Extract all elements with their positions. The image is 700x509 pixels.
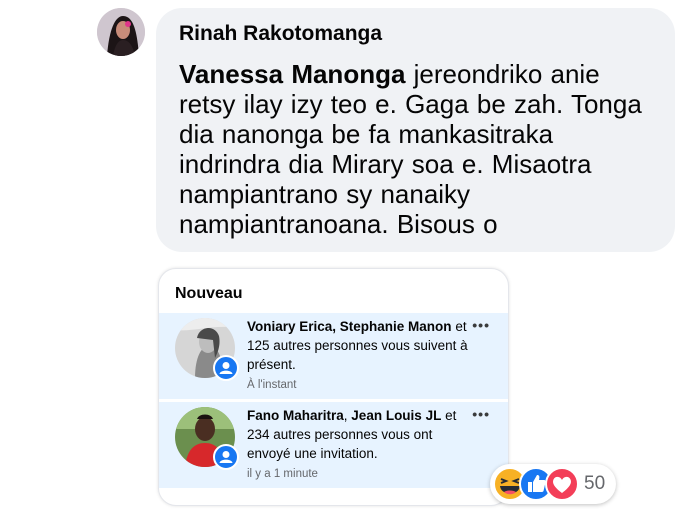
more-options-icon[interactable]: •••: [472, 406, 490, 422]
comment-bubble: Rinah Rakotomanga Vanessa Manonga jereon…: [156, 8, 675, 252]
notification-text: Voniary Erica, Stephanie Manon et 125 au…: [247, 317, 475, 395]
friend-request-badge-icon: [213, 444, 239, 470]
comment-text: Vanessa Manonga jereondriko anie retsy i…: [179, 59, 655, 239]
reaction-count: 50: [584, 473, 606, 494]
notification-text: Fano Maharitra, Jean Louis JL et 234 aut…: [247, 406, 475, 484]
profile-photo-icon: [97, 8, 145, 56]
notification-time: À l'instant: [247, 379, 297, 391]
notification-item[interactable]: Fano Maharitra, Jean Louis JL et 234 aut…: [159, 402, 508, 488]
notification-section-title: Nouveau: [175, 285, 243, 302]
notification-name-1: Fano Maharitra: [247, 408, 344, 423]
follower-badge-icon: [213, 355, 239, 381]
notification-time: il y a 1 minute: [247, 468, 318, 480]
notification-name-2: Jean Louis JL: [351, 408, 442, 423]
comment-author[interactable]: Rinah Rakotomanga: [179, 21, 655, 47]
comment-mention[interactable]: Vanessa Manonga: [179, 59, 405, 89]
reactions-summary[interactable]: 50: [490, 464, 616, 504]
love-icon: [545, 467, 579, 501]
notification-panel: Nouveau Voniary Erica, Stephanie Manon e…: [158, 268, 509, 506]
more-options-icon[interactable]: •••: [472, 317, 490, 333]
notification-item[interactable]: Voniary Erica, Stephanie Manon et 125 au…: [159, 313, 508, 399]
notification-names: Voniary Erica, Stephanie Manon: [247, 319, 452, 334]
commenter-avatar[interactable]: [97, 8, 145, 56]
